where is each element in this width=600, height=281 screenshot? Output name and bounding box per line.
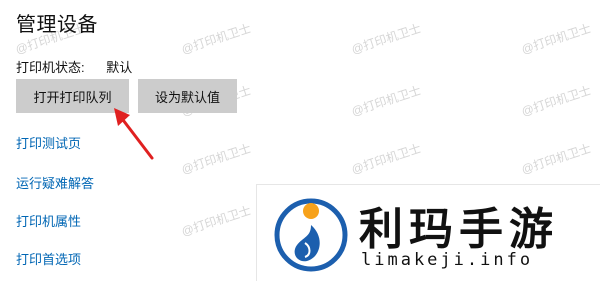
watermark-text: @打印机卫士 bbox=[179, 21, 253, 57]
watermark-text: @打印机卫士 bbox=[519, 141, 593, 177]
watermark-text: @打印机卫士 bbox=[519, 83, 593, 119]
print-test-page-link[interactable]: 打印测试页 bbox=[16, 133, 81, 152]
logo-name: 利玛手游 bbox=[359, 204, 559, 255]
logo-domain: limakeji.info bbox=[361, 250, 534, 270]
watermark-text: @打印机卫士 bbox=[179, 141, 253, 177]
limakeji-logo-icon bbox=[274, 198, 348, 272]
red-arrow-icon bbox=[114, 108, 154, 160]
printer-status-row: 打印机状态: 默认 bbox=[16, 57, 132, 76]
watermark-text: @打印机卫士 bbox=[349, 141, 423, 177]
page-title: 管理设备 bbox=[16, 14, 98, 36]
watermark-text: @打印机卫士 bbox=[349, 83, 423, 119]
watermark-text: @打印机卫士 bbox=[519, 21, 593, 57]
logo-overlay: 利玛手游 limakeji.info bbox=[256, 184, 600, 281]
printer-status-value: 默认 bbox=[106, 60, 133, 75]
watermark-text: @打印机卫士 bbox=[349, 21, 423, 57]
printer-status-label: 打印机状态: bbox=[16, 60, 85, 75]
printer-properties-link[interactable]: 打印机属性 bbox=[16, 211, 81, 230]
printing-preferences-link[interactable]: 打印首选项 bbox=[16, 249, 81, 268]
run-troubleshooter-link[interactable]: 运行疑难解答 bbox=[16, 173, 94, 192]
watermark-text: @打印机卫士 bbox=[179, 203, 253, 239]
